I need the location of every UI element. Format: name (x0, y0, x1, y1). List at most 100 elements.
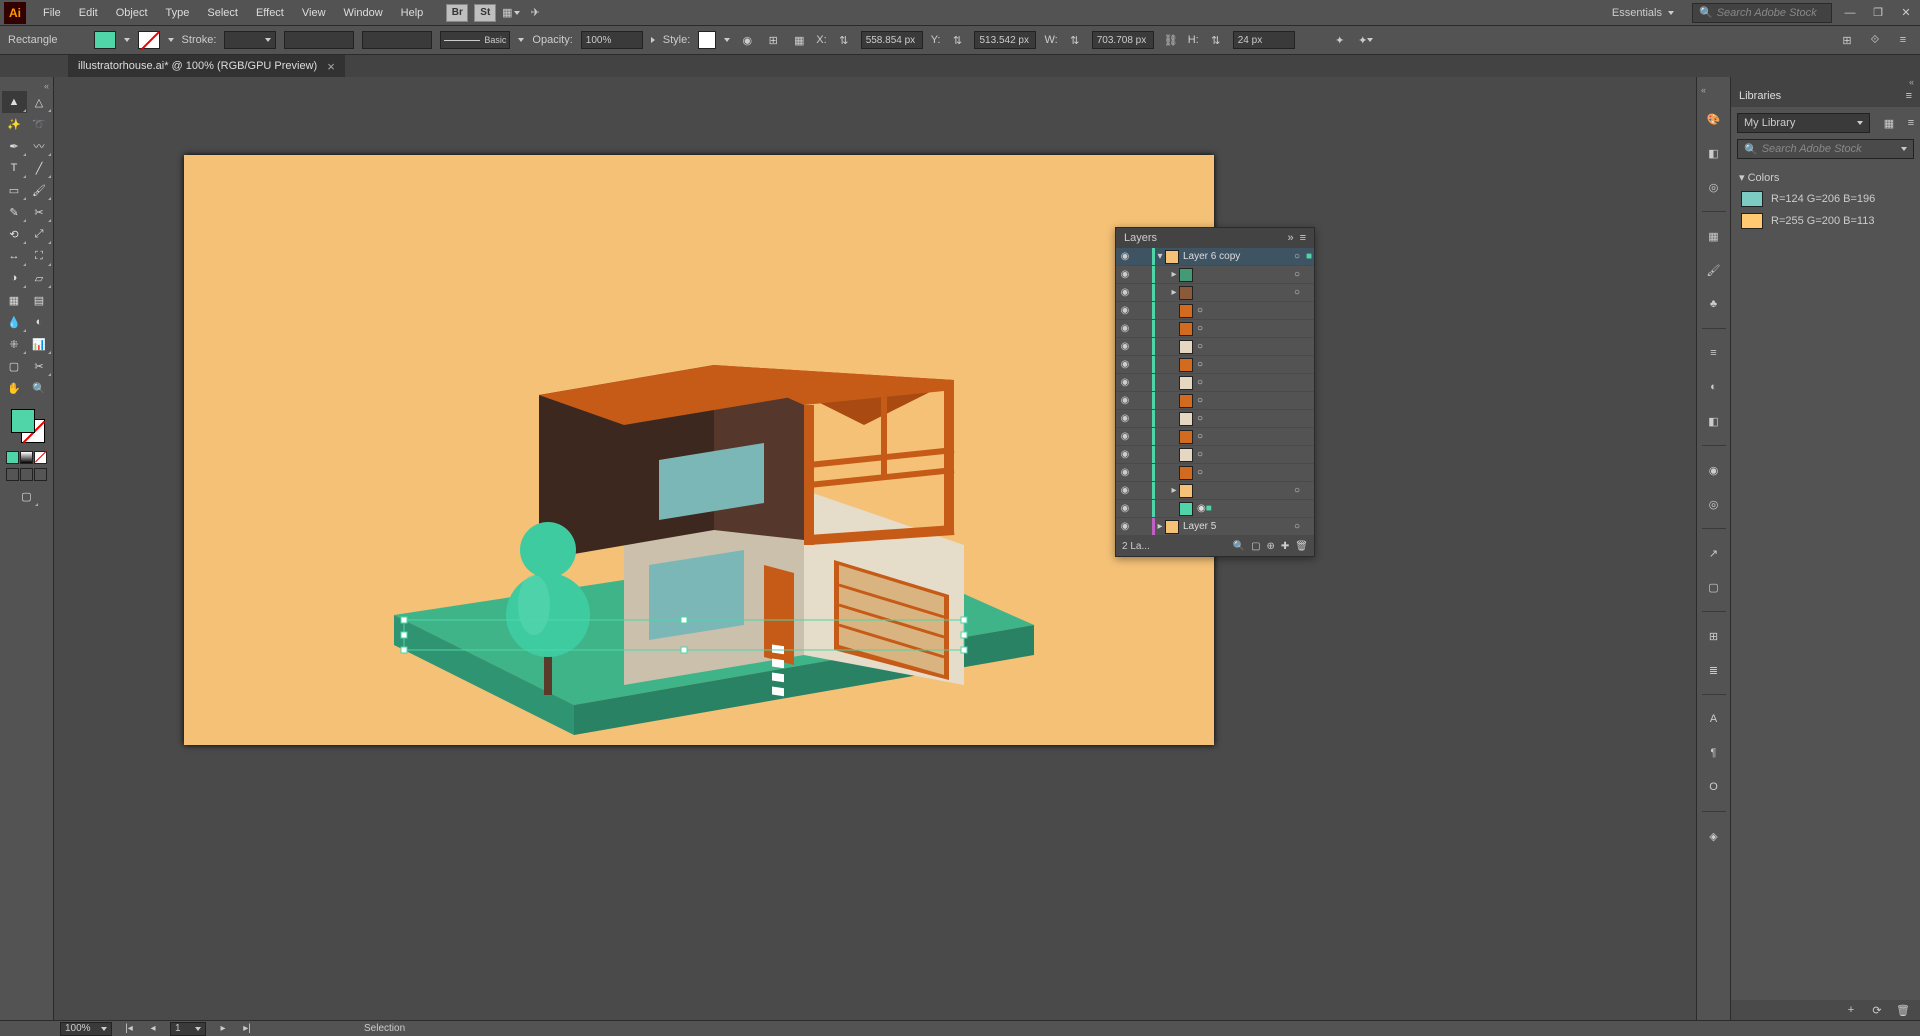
x-input[interactable]: 558.854 px (861, 31, 923, 49)
visibility-toggle[interactable]: ◉ (1116, 431, 1134, 442)
expand-toggle[interactable]: ▸ (1169, 269, 1179, 280)
target-icon[interactable]: ○ (1197, 449, 1203, 460)
fill-stroke-control[interactable] (7, 405, 47, 445)
visibility-toggle[interactable]: ◉ (1116, 377, 1134, 388)
layer-row[interactable]: ◉▸○ (1116, 266, 1314, 284)
visibility-toggle[interactable]: ◉ (1116, 485, 1134, 496)
brush-dropdown[interactable]: Basic (440, 31, 510, 49)
fill-swatch[interactable] (94, 31, 116, 49)
gpu-icon[interactable]: ✈ (526, 4, 544, 22)
gradient-panel-icon[interactable]: ◐ (1704, 377, 1724, 397)
libraries-tab[interactable]: Libraries (1739, 90, 1781, 102)
shape-builder-tool[interactable]: ◑ (2, 267, 27, 289)
last-artboard-button[interactable]: ▸| (240, 1023, 254, 1034)
delete-layer-icon[interactable]: 🗑 (1295, 541, 1308, 552)
w-input[interactable]: 703.708 px (1092, 31, 1154, 49)
options-icon-2[interactable]: ⟐ (1866, 31, 1884, 49)
color-mode-swatch[interactable] (6, 451, 19, 464)
restore-button[interactable]: ❐ (1868, 6, 1888, 20)
line-tool[interactable]: ╱ (27, 157, 52, 179)
workspace-switcher[interactable]: Essentials (1602, 7, 1684, 19)
target-icon[interactable]: ○ (1197, 431, 1203, 442)
align-panel-icon[interactable]: ≣ (1704, 660, 1724, 680)
scale-tool[interactable]: ⤢ (27, 223, 52, 245)
mesh-tool[interactable]: ▦ (2, 289, 27, 311)
library-sync-icon[interactable]: ⟳ (1868, 1001, 1886, 1019)
new-layer-icon[interactable]: ✚ (1281, 541, 1289, 552)
width-tool[interactable]: ↔ (2, 245, 27, 267)
minimize-button[interactable]: — (1840, 6, 1860, 20)
visibility-toggle[interactable]: ◉ (1116, 287, 1134, 298)
stroke-swatch[interactable] (138, 31, 160, 49)
stroke-dash-dropdown[interactable] (362, 31, 432, 49)
library-list-view-icon[interactable]: ≡ (1902, 114, 1920, 132)
color-panel-icon[interactable]: 🎨 (1704, 109, 1724, 129)
appearance-panel-icon[interactable]: ◉ (1704, 460, 1724, 480)
expand-toggle[interactable]: ▸ (1155, 521, 1165, 532)
perspective-tool[interactable]: ▱ (27, 267, 52, 289)
menu-edit[interactable]: Edit (70, 7, 107, 19)
library-search-input[interactable]: 🔍 Search Adobe Stock (1737, 139, 1914, 159)
graph-tool[interactable]: 📊 (27, 333, 52, 355)
canvas[interactable] (54, 77, 1696, 1020)
layer-row[interactable]: ◉○ (1116, 374, 1314, 392)
link-wh-icon[interactable]: ⛓ (1162, 31, 1180, 49)
artboards-panel-icon[interactable]: ▢ (1704, 577, 1724, 597)
layer-row[interactable]: ◉▾Layer 6 copy○■ (1116, 248, 1314, 266)
fill-color-box[interactable] (11, 409, 35, 433)
layer-row[interactable]: ◉○ (1116, 338, 1314, 356)
recolor-icon[interactable]: ◉ (738, 31, 756, 49)
screen-mode-button[interactable]: ▢ (14, 485, 39, 507)
target-icon[interactable]: ○ (1290, 485, 1304, 496)
transform-panel-icon[interactable]: ⊞ (1704, 626, 1724, 646)
symbols-panel-icon[interactable]: ♣ (1704, 294, 1724, 314)
library-grid-view-icon[interactable]: ▦ (1880, 114, 1898, 132)
arrange-documents-icon[interactable]: ▦ (502, 4, 520, 22)
blend-tool[interactable]: ◐ (27, 311, 52, 333)
library-color-item[interactable]: R=124 G=206 B=196 (1731, 188, 1920, 210)
first-artboard-button[interactable]: |◂ (122, 1023, 136, 1034)
prev-artboard-button[interactable]: ◂ (146, 1023, 160, 1034)
target-icon[interactable]: ○ (1290, 521, 1304, 532)
menu-select[interactable]: Select (198, 7, 247, 19)
target-icon[interactable]: ○ (1197, 305, 1203, 316)
layers-menu-icon[interactable]: ≡ (1300, 232, 1306, 244)
layer-row[interactable]: ◉○ (1116, 392, 1314, 410)
library-color-item[interactable]: R=255 G=200 B=113 (1731, 210, 1920, 232)
menu-file[interactable]: File (34, 7, 70, 19)
opentype-panel-icon[interactable]: O (1704, 777, 1724, 797)
opacity-input[interactable]: 100% (581, 31, 643, 49)
gradient-tool[interactable]: ▤ (27, 289, 52, 311)
dock-collapse-button[interactable]: « (1697, 85, 1706, 95)
visibility-toggle[interactable]: ◉ (1116, 395, 1134, 406)
transform-icon[interactable]: ✦ (1357, 31, 1375, 49)
shape-builder-icon[interactable]: ▦ (790, 31, 808, 49)
layer-row[interactable]: ◉◉■ (1116, 500, 1314, 518)
stepper-w-icon[interactable]: ⇅ (1066, 31, 1084, 49)
layer-row[interactable]: ◉○ (1116, 302, 1314, 320)
lasso-tool[interactable]: ➰ (27, 113, 52, 135)
y-input[interactable]: 513.542 px (974, 31, 1036, 49)
paintbrush-tool[interactable]: 🖌 (27, 179, 52, 201)
visibility-toggle[interactable]: ◉ (1116, 323, 1134, 334)
draw-behind-icon[interactable] (20, 468, 33, 481)
layer-row[interactable]: ◉○ (1116, 446, 1314, 464)
character-panel-icon[interactable]: A (1704, 709, 1724, 729)
selection-tool[interactable]: ▲ (2, 91, 27, 113)
rectangle-tool[interactable]: ▭ (2, 179, 27, 201)
colors-section-header[interactable]: ▾ Colors (1731, 167, 1920, 188)
stock-button[interactable]: St (474, 4, 496, 22)
zoom-dropdown[interactable]: 100% (60, 1022, 112, 1036)
style-swatch[interactable] (698, 31, 716, 49)
magic-wand-tool[interactable]: ✨ (2, 113, 27, 135)
visibility-toggle[interactable]: ◉ (1116, 467, 1134, 478)
menu-type[interactable]: Type (157, 7, 199, 19)
layers-panel-icon[interactable]: ◈ (1704, 826, 1724, 846)
options-icon-3[interactable]: ≡ (1894, 31, 1912, 49)
stroke-profile-dropdown[interactable] (284, 31, 354, 49)
document-tab[interactable]: illustratorhouse.ai* @ 100% (RGB/GPU Pre… (68, 55, 345, 77)
draw-inside-icon[interactable] (34, 468, 47, 481)
menu-object[interactable]: Object (107, 7, 157, 19)
pencil-tool[interactable]: ✎ (2, 201, 27, 223)
target-icon[interactable]: ○ (1290, 269, 1304, 280)
